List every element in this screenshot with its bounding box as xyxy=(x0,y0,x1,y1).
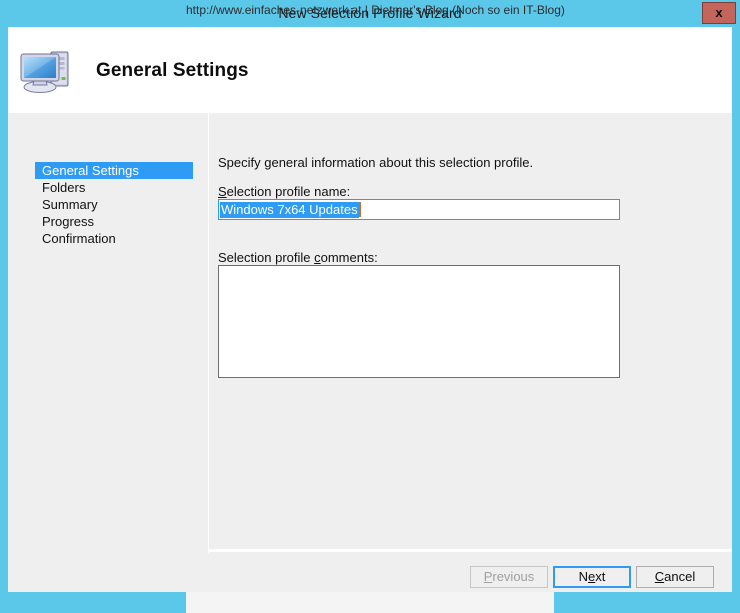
watermark-text: http://www.einfaches-netzwerk.at | Dietm… xyxy=(186,3,565,17)
page-title: General Settings xyxy=(96,60,249,81)
cancel-button-rest: ancel xyxy=(664,569,696,584)
profile-name-selected-text: Windows 7x64 Updates xyxy=(220,202,359,218)
intro-text: Specify general information about this s… xyxy=(218,155,534,170)
profile-comments-textarea[interactable] xyxy=(218,265,620,378)
sidebar-nav: General Settings Folders Summary Progres… xyxy=(35,162,193,247)
wizard-header: General Settings xyxy=(8,27,732,113)
sidebar-item-summary[interactable]: Summary xyxy=(35,196,193,213)
sidebar-item-folders[interactable]: Folders xyxy=(35,179,193,196)
sidebar-item-confirmation[interactable]: Confirmation xyxy=(35,230,193,247)
window-body: General Settings General Settings Folder… xyxy=(8,27,732,605)
next-button[interactable]: Next xyxy=(553,566,631,588)
sidebar-item-general-settings[interactable]: General Settings xyxy=(35,162,193,179)
profile-comments-label-pre: Selection profile xyxy=(218,250,315,265)
watermark-band xyxy=(0,592,740,613)
profile-comments-label: Selection profile comments: xyxy=(218,250,378,265)
computer-icon xyxy=(18,46,76,96)
profile-name-label-rest: election profile name: xyxy=(226,184,351,199)
cancel-button[interactable]: Cancel xyxy=(636,566,714,588)
wizard-sidebar: General Settings Folders Summary Progres… xyxy=(8,113,200,605)
watermark-background xyxy=(186,592,554,613)
next-button-rest: xt xyxy=(595,569,606,584)
text-caret xyxy=(359,202,361,217)
next-button-pre: N xyxy=(578,569,589,584)
profile-name-label: Selection profile name: xyxy=(218,184,350,199)
sidebar-divider xyxy=(200,113,209,605)
sidebar-item-progress[interactable]: Progress xyxy=(35,213,193,230)
profile-name-label-accel: S xyxy=(218,184,227,199)
cancel-button-accel: C xyxy=(654,569,665,584)
previous-button[interactable]: Previous xyxy=(470,566,548,588)
profile-comments-label-rest: omments: xyxy=(320,250,378,265)
wizard-window: New Selection Profile Wizard x General S… xyxy=(0,0,740,613)
previous-button-rest: revious xyxy=(492,569,535,584)
close-icon[interactable]: x xyxy=(702,2,736,24)
content-pane: Specify general information about this s… xyxy=(209,113,732,548)
